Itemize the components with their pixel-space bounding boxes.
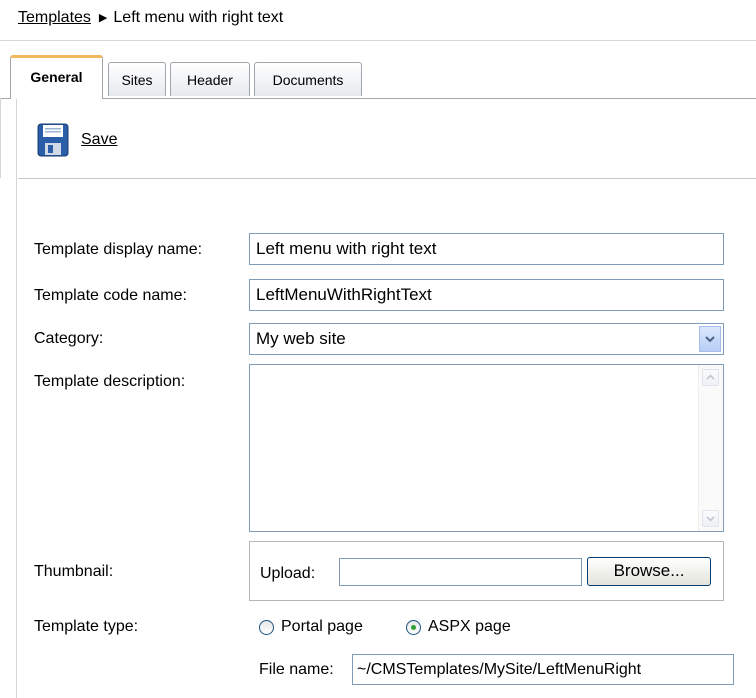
tab-general[interactable]: General bbox=[10, 55, 103, 99]
tab-documents[interactable]: Documents bbox=[254, 62, 362, 96]
upload-file-input[interactable] bbox=[339, 558, 582, 586]
thumbnail-label: Thumbnail: bbox=[34, 563, 114, 580]
breadcrumb: Templates ▶ Left menu with right text bbox=[18, 8, 283, 28]
breadcrumb-arrow-icon: ▶ bbox=[98, 12, 108, 24]
code-name-field[interactable]: LeftMenuWithRightText bbox=[249, 279, 724, 311]
display-name-field[interactable]: Left menu with right text bbox=[249, 233, 724, 265]
save-label: Save bbox=[81, 131, 118, 148]
description-scrollbar[interactable] bbox=[698, 365, 723, 531]
tab-header[interactable]: Header bbox=[170, 62, 250, 96]
breadcrumb-current: Left menu with right text bbox=[113, 9, 284, 26]
portal-page-label[interactable]: Portal page bbox=[281, 618, 363, 636]
category-label: Category: bbox=[34, 330, 104, 347]
floppy-disk-icon bbox=[37, 123, 69, 157]
breadcrumb-templates-link[interactable]: Templates bbox=[18, 9, 91, 26]
category-selected-value: My web site bbox=[256, 329, 346, 348]
upload-label: Upload: bbox=[260, 565, 316, 582]
aspx-page-label[interactable]: ASPX page bbox=[428, 618, 511, 636]
header-divider bbox=[0, 40, 756, 41]
tab-bar: General Sites Header Documents bbox=[0, 54, 756, 99]
scroll-down-icon[interactable] bbox=[702, 510, 719, 527]
file-name-label: File name: bbox=[259, 661, 334, 678]
display-name-label: Template display name: bbox=[34, 241, 203, 258]
panel-left-border bbox=[16, 98, 17, 698]
toolbar-divider bbox=[18, 178, 756, 179]
chevron-down-icon[interactable] bbox=[699, 326, 721, 352]
category-select[interactable]: My web site bbox=[249, 323, 724, 355]
toolbar: Save bbox=[0, 98, 756, 178]
radio-aspx-page[interactable] bbox=[406, 620, 421, 635]
radio-portal-page[interactable] bbox=[259, 620, 274, 635]
code-name-label: Template code name: bbox=[34, 287, 187, 304]
browse-button[interactable]: Browse... bbox=[587, 557, 711, 586]
file-name-field[interactable]: ~/CMSTemplates/MySite/LeftMenuRight bbox=[352, 654, 734, 685]
description-textarea[interactable] bbox=[249, 364, 724, 532]
tab-sites[interactable]: Sites bbox=[108, 62, 166, 96]
description-label: Template description: bbox=[34, 373, 186, 390]
scroll-up-icon[interactable] bbox=[702, 369, 719, 386]
save-button[interactable]: Save bbox=[37, 123, 117, 157]
template-type-label: Template type: bbox=[34, 618, 139, 635]
